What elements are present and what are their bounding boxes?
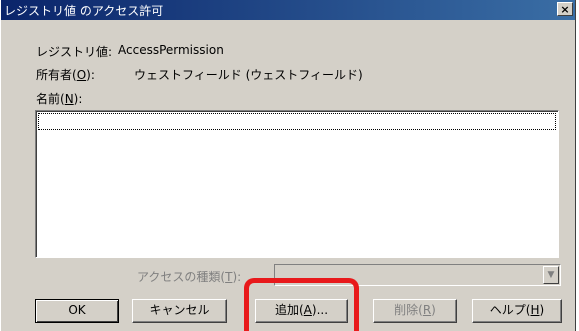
close-icon: ×: [560, 3, 570, 16]
access-type-label: アクセスの種類(T):: [137, 270, 242, 284]
title-bar[interactable]: レジストリ値 のアクセス許可 ×: [1, 0, 575, 20]
highlight-annotation: [244, 278, 359, 331]
window-title: レジストリ値 のアクセス許可: [4, 4, 164, 18]
names-listbox[interactable]: [35, 110, 559, 258]
remove-button[interactable]: 削除(R): [373, 299, 457, 323]
registry-value-text: AccessPermission: [118, 43, 224, 57]
close-button[interactable]: ×: [557, 2, 573, 16]
registry-value-label: レジストリ値:: [36, 45, 113, 59]
permissions-dialog: レジストリ値 のアクセス許可 × レジストリ値: AccessPermissio…: [0, 0, 576, 331]
list-focus-row[interactable]: [38, 113, 556, 130]
owner-value: ウェストフィールド (ウェストフィールド): [134, 68, 363, 82]
name-label: 名前(N):: [36, 92, 83, 106]
chevron-down-icon[interactable]: ▼: [543, 266, 559, 284]
help-button[interactable]: ヘルプ(H): [472, 299, 562, 323]
ok-button[interactable]: OK: [35, 299, 119, 323]
owner-label: 所有者(O):: [36, 68, 95, 82]
cancel-button[interactable]: キャンセル: [132, 299, 227, 323]
